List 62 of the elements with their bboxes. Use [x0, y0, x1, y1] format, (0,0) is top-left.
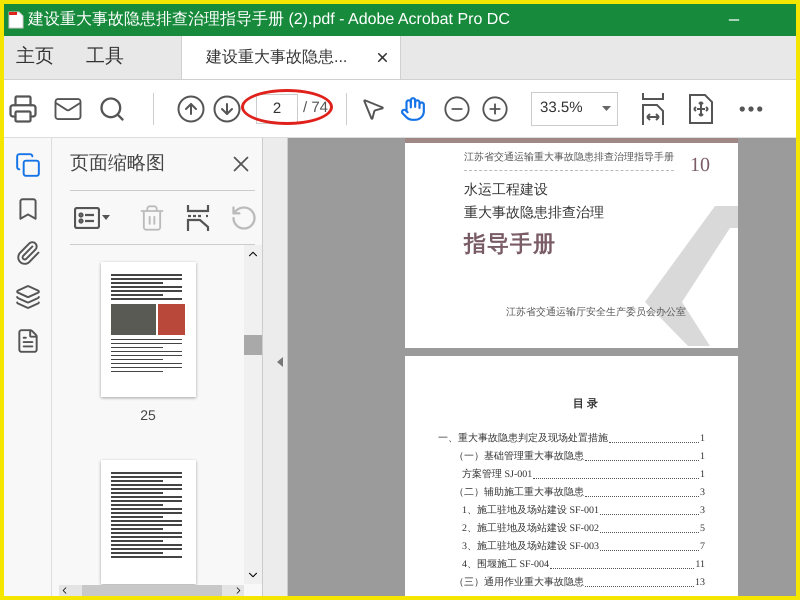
- toc-entry: （二）辅助施工重大事故隐患: [454, 486, 584, 498]
- cover-title: 重大事故隐患排查治理: [464, 203, 605, 222]
- header-text: 江苏省交通运输重大事故隐患排查治理指导手册: [464, 150, 674, 171]
- cover-main-title: 指导手册: [464, 230, 557, 258]
- tab[interactable]: 主页: [8, 36, 62, 79]
- layers-icon: [14, 284, 40, 310]
- toc-page-number: 1: [700, 432, 705, 444]
- search-icon[interactable]: [98, 94, 126, 122]
- toc-heading: 目 录: [572, 397, 598, 412]
- pdf-file-icon: [8, 11, 24, 29]
- extract-pages-icon[interactable]: [186, 204, 210, 232]
- page-number: 10: [690, 155, 710, 175]
- previous-page-icon[interactable]: [176, 94, 206, 124]
- vertical-scrollbar[interactable]: [244, 245, 262, 584]
- toc-page-number: 3: [700, 486, 705, 498]
- options-button[interactable]: [74, 206, 110, 228]
- cover-title: 水运工程建设: [464, 180, 549, 199]
- next-page-icon[interactable]: [212, 94, 242, 124]
- toc-page-number: 3: [700, 504, 705, 516]
- toc-page-number: 1: [700, 450, 705, 462]
- close-tab-icon[interactable]: [375, 50, 390, 65]
- toc-page-number: 13: [695, 576, 705, 588]
- zoom-dropdown[interactable]: 33.5%: [531, 92, 618, 126]
- toc-page-number: 7: [700, 540, 705, 552]
- tab[interactable]: 工具: [78, 36, 132, 79]
- paperclip-icon: [14, 240, 40, 266]
- publisher-text: 江苏省交通运输厅安全生产委员会办公室: [506, 306, 687, 320]
- page-number-field[interactable]: 2: [256, 94, 298, 124]
- window-title: 建设重大事故隐患排查治理指导手册 (2).pdf - Adobe Acrobat Pro DC: [28, 10, 510, 30]
- caret-icon: [102, 215, 110, 220]
- toc-entry: 一、重大事故隐患判定及现场处置措施: [438, 432, 608, 444]
- page-count: / 74: [303, 98, 328, 118]
- fit-page-icon[interactable]: [688, 94, 714, 124]
- print-icon[interactable]: [8, 94, 38, 124]
- side-rail-button[interactable]: [14, 152, 40, 178]
- page-thumbnail[interactable]: [100, 262, 196, 397]
- toc-entry: 4、围堰施工 SF-004: [462, 558, 549, 570]
- caret-icon: [602, 106, 612, 111]
- page-number: 25: [140, 406, 156, 425]
- horizontal-scrollbar[interactable]: [59, 585, 244, 596]
- side-rail-button[interactable]: [14, 240, 40, 266]
- toc-page-number: 5: [700, 522, 705, 534]
- fit-width-icon[interactable]: [640, 92, 666, 126]
- zoom-in-icon[interactable]: [481, 94, 510, 122]
- toc-entry: （一）基础管理重大事故隐患: [454, 450, 584, 462]
- toc-entry: 3、施工驻地及场站建设 SF-003: [462, 540, 599, 552]
- toc-entry: （三）通用作业重大事故隐患: [454, 576, 584, 588]
- page-thumbnail[interactable]: [100, 460, 196, 584]
- toc-entry: 2、施工驻地及场站建设 SF-002: [462, 522, 599, 534]
- zoom-out-icon[interactable]: [443, 94, 472, 122]
- hand-icon: [400, 96, 426, 122]
- side-rail-button[interactable]: [14, 284, 40, 310]
- tab[interactable]: 建设重大事故隐患...: [181, 36, 401, 79]
- scroll-thumb[interactable]: [244, 334, 262, 354]
- collapse-panel-icon[interactable]: [277, 357, 283, 367]
- toc-entry: 方案管理 SJ-001: [462, 468, 532, 480]
- toc-entry: 1、施工驻地及场站建设 SF-001: [462, 504, 599, 516]
- panel-title: 页面缩略图: [70, 152, 165, 176]
- toc-page-number: 1: [700, 468, 705, 480]
- pages-icon: [14, 152, 40, 178]
- list-options-icon: [74, 206, 100, 228]
- toc-page-number: 11: [695, 558, 705, 570]
